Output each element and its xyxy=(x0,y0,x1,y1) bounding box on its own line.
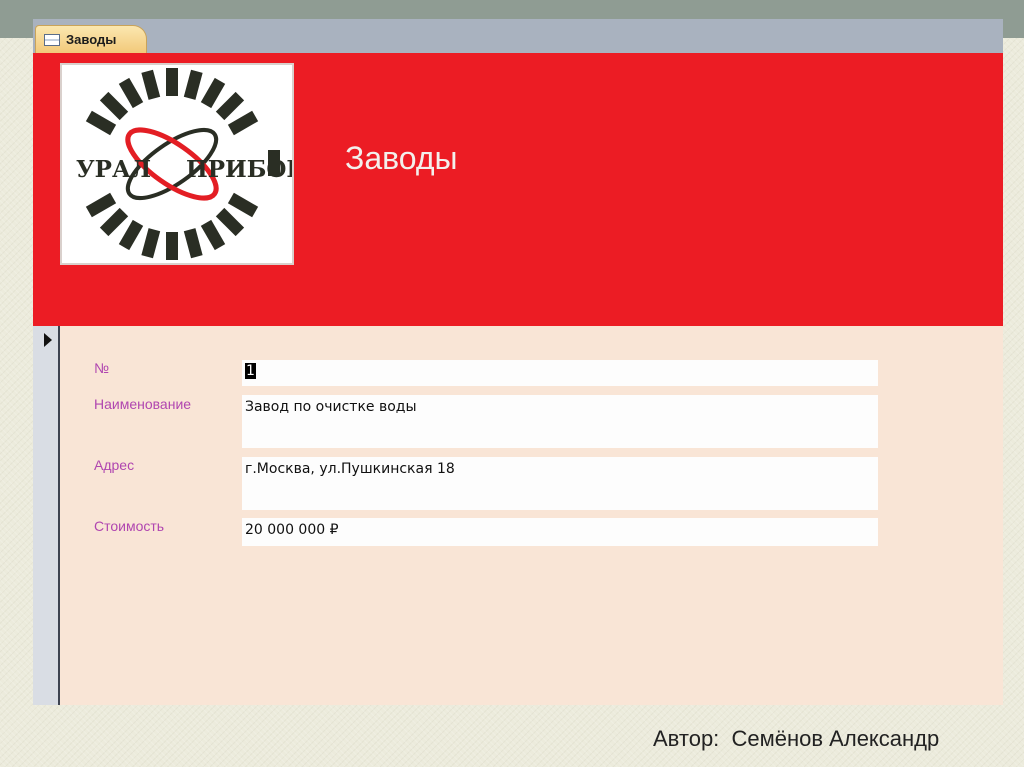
address-field[interactable]: г.Москва, ул.Пушкинская 18 xyxy=(242,457,878,510)
number-label: № xyxy=(94,360,110,376)
record-selector[interactable] xyxy=(33,326,60,705)
access-form-window: Заводы УРАЛ ПРИБОР Заводы № 1 Наименован… xyxy=(33,19,1003,705)
document-tab-bar: Заводы xyxy=(33,19,1003,53)
number-field[interactable]: 1 xyxy=(242,360,878,386)
cost-label: Стоимость xyxy=(94,518,165,534)
company-logo: УРАЛ ПРИБОР xyxy=(60,63,294,265)
name-label: Наименование xyxy=(94,396,192,412)
form-icon xyxy=(44,33,60,46)
svg-text:ПРИБОР: ПРИБОР xyxy=(186,156,292,183)
number-value: 1 xyxy=(245,363,256,379)
address-label: Адрес xyxy=(94,457,135,473)
tab-zavody[interactable]: Заводы xyxy=(35,25,147,53)
current-record-arrow-icon xyxy=(44,333,52,347)
author-caption: Автор: Семёнов Александр xyxy=(653,726,940,751)
svg-text:УРАЛ: УРАЛ xyxy=(76,156,151,183)
name-field[interactable]: Завод по очистке воды xyxy=(242,395,878,448)
uralpribor-logo-graphic: УРАЛ ПРИБОР xyxy=(76,68,292,260)
form-header: УРАЛ ПРИБОР Заводы xyxy=(33,53,1003,326)
cost-field[interactable]: 20 000 000 ₽ xyxy=(242,518,878,546)
form-title: Заводы xyxy=(345,140,458,176)
tab-label: Заводы xyxy=(66,32,117,47)
